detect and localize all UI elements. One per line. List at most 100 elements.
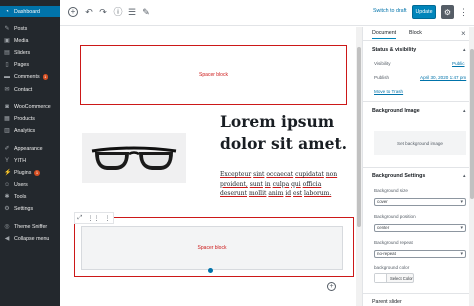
admin-sidebar: ◔ Dashboard ✎ Posts ▣ Media ▤ Sliders ▯ Pages ▬ Com… (0, 0, 60, 306)
block-move-icon[interactable]: ⋮⋮ (87, 215, 99, 222)
dashboard-icon: ◔ (5, 8, 9, 15)
sidebar-item-comments[interactable]: ▬ Comments 1 (0, 71, 60, 82)
paragraph-word: sint (253, 171, 265, 178)
background-position-select[interactable]: center (374, 224, 466, 232)
block-options-icon[interactable]: ⋮ (104, 215, 110, 222)
sidebar-item-label: Users (14, 181, 28, 188)
undo-icon[interactable]: ↶ (84, 6, 94, 18)
background-settings-title[interactable]: Background Settings (372, 173, 425, 179)
users-icon: ☺ (4, 181, 11, 188)
sidebar-item-label: Analytics (14, 127, 36, 134)
paragraph-word: anim (268, 190, 284, 197)
background-repeat-select[interactable]: no-repeat (374, 250, 466, 258)
parent-slider-title[interactable]: Parent slider (372, 299, 402, 305)
select-color-label: Select Color (390, 275, 413, 281)
wrench-icon: ✱ (4, 193, 10, 200)
paragraph-word: occaecat (266, 171, 294, 178)
publish-date[interactable]: April 30, 2020 1:47 pm (420, 75, 466, 80)
mail-icon: ✉ (4, 86, 10, 93)
sidebar-item-users[interactable]: ☺ Users (0, 179, 60, 190)
divider (363, 101, 474, 102)
sidebar-item-woocommerce[interactable]: ◙ WooCommerce (0, 101, 60, 112)
comment-icon: ▬ (4, 73, 10, 80)
set-background-image-button[interactable]: Set background image (374, 131, 466, 155)
add-block-button[interactable]: + (327, 282, 336, 291)
close-icon[interactable]: × (461, 29, 466, 38)
tab-block[interactable]: Block (409, 30, 422, 36)
background-image-title[interactable]: Background Image (372, 108, 420, 114)
publish-label: Publish (374, 75, 390, 80)
paragraph-word: Excepteur (220, 171, 252, 178)
list-icon[interactable]: ☰ (127, 6, 137, 18)
tab-document[interactable]: Document (372, 30, 397, 39)
spacer-block-selected[interactable]: Spacer block (74, 217, 354, 277)
update-button[interactable]: Update (412, 5, 436, 19)
sidebar-item-label: Appearance (14, 145, 43, 152)
visibility-value[interactable]: Public (452, 61, 465, 66)
info-icon[interactable]: ⓘ (113, 6, 123, 18)
spacer-block-label: Spacer block (199, 72, 228, 78)
sidebar-item-posts[interactable]: ✎ Posts (0, 23, 60, 34)
sidebar-scroll-thumb[interactable] (470, 49, 474, 199)
background-position-label: Background position (374, 214, 416, 219)
glasses-image[interactable] (82, 133, 186, 183)
editor-scroll-thumb[interactable] (357, 47, 361, 227)
plugin-icon: ⚡ (4, 169, 12, 176)
ellipsis-vertical-icon[interactable]: ⋮ (459, 5, 468, 19)
redo-icon[interactable]: ↷ (98, 6, 108, 18)
background-size-select[interactable]: cover (374, 198, 466, 206)
page-icon: ▯ (5, 61, 9, 68)
chevron-up-icon[interactable]: ▴ (463, 47, 466, 53)
count-badge: 1 (34, 169, 40, 176)
sidebar-item-dashboard[interactable]: ◔ Dashboard (0, 6, 60, 17)
sidebar-item-settings[interactable]: ⚙ Settings (0, 203, 60, 214)
chevron-up-icon[interactable]: ▴ (463, 173, 466, 179)
visibility-label: Visibility (374, 61, 391, 66)
settings-sidebar: Document Block × Status & visibility ▴ V… (362, 27, 474, 306)
sidebar-item-media[interactable]: ▣ Media (0, 35, 60, 46)
settings-icon: ⚙ (4, 205, 10, 212)
post-heading[interactable]: Lorem ipsum dolor sit amet. (220, 111, 355, 155)
status-visibility-title[interactable]: Status & visibility (372, 47, 416, 53)
paragraph-word: proident, (220, 180, 248, 188)
sidebar-item-pages[interactable]: ▯ Pages (0, 59, 60, 70)
sidebar-item-label: Pages (14, 61, 30, 68)
pencil-icon[interactable]: ✎ (141, 6, 151, 18)
sidebar-item-label: WooCommerce (14, 103, 51, 110)
sidebar-item-tools[interactable]: ✱ Tools (0, 191, 60, 202)
add-block-icon[interactable]: + (68, 7, 78, 17)
paragraph-word: est (293, 190, 303, 197)
paragraph-word: mollit (248, 190, 267, 197)
sidebar-item-plugins[interactable]: ⚡ Plugins 1 (0, 167, 60, 178)
move-to-trash-link[interactable]: Move to Trash (374, 89, 403, 94)
sidebar-item-label: Settings (14, 205, 34, 212)
background-repeat-label: Background repeat (374, 240, 413, 245)
spacer-block-top[interactable]: Spacer block (80, 45, 347, 105)
sidebar-item-collapse-menu[interactable]: ◀ Collapse menu (0, 233, 60, 244)
drag-handle-icon[interactable]: ⤢ (78, 215, 83, 222)
select-color-button[interactable]: Select Color (374, 273, 414, 283)
pin-icon: ✎ (4, 25, 10, 32)
paragraph-word: deserunt (220, 190, 248, 197)
sidebar-item-label: Plugins (14, 169, 32, 176)
sidebar-item-label: Theme Sniffer (14, 223, 48, 230)
sidebar-item-analytics[interactable]: ▥ Analytics (0, 125, 60, 136)
gear-icon[interactable]: ⚙ (441, 5, 454, 19)
paragraph-word: cupidatat (295, 171, 324, 178)
sidebar-item-yith[interactable]: Y YITH (0, 155, 60, 166)
media-icon: ▣ (4, 37, 10, 44)
divider (363, 293, 474, 294)
resize-handle[interactable] (208, 268, 213, 273)
chart-icon: ▥ (4, 127, 10, 134)
sidebar-item-products[interactable]: ▦ Products (0, 113, 60, 124)
sidebar-item-theme-sniffer[interactable]: ◎ Theme Sniffer (0, 221, 60, 232)
sidebar-item-contact[interactable]: ✉ Contact (0, 84, 60, 95)
spacer-block-inner[interactable]: Spacer block (81, 226, 343, 270)
sidebar-item-appearance[interactable]: ✐ Appearance (0, 143, 60, 154)
sidebar-item-sliders[interactable]: ▤ Sliders (0, 47, 60, 58)
paragraph-word: sunt (249, 180, 263, 188)
chevron-up-icon[interactable]: ▴ (463, 108, 466, 114)
switch-to-draft-link[interactable]: Switch to draft (373, 8, 407, 14)
woocommerce-icon: ◙ (5, 103, 9, 110)
post-paragraph[interactable]: Excepteur sint occaecat cupidatat non pr… (220, 170, 340, 199)
